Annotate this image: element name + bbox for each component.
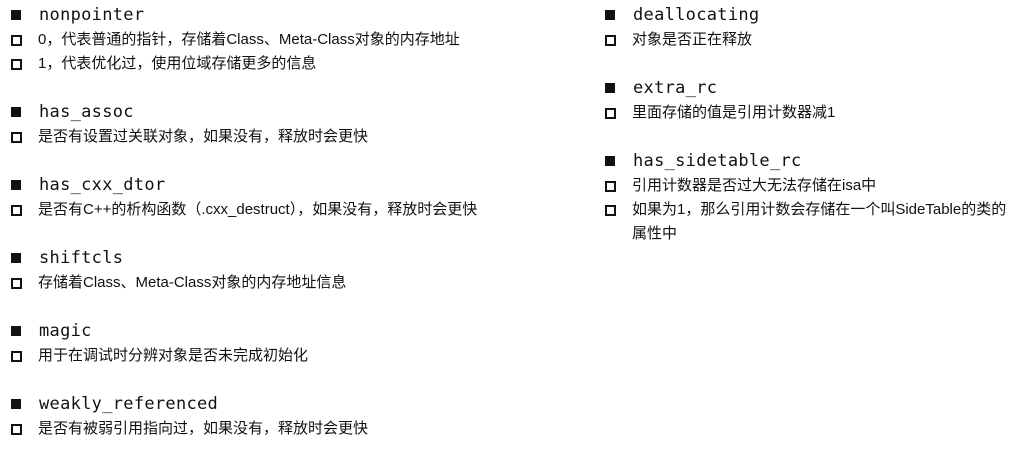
- section-heading: extra_rc: [604, 75, 1024, 101]
- section-heading: magic: [10, 318, 590, 344]
- hollow-square-bullet-icon: [605, 108, 616, 119]
- hollow-square-bullet-icon: [11, 278, 22, 289]
- list-item: 是否有被弱引用指向过，如果没有，释放时会更快: [10, 417, 590, 441]
- heading-text: weakly_referenced: [39, 394, 219, 414]
- hollow-square-bullet-icon: [605, 181, 616, 192]
- section-heading: nonpointer: [10, 2, 590, 28]
- heading-text: magic: [39, 321, 92, 341]
- section-magic: magic 用于在调试时分辨对象是否未完成初始化: [10, 318, 590, 368]
- list-item: 是否有设置过关联对象，如果没有，释放时会更快: [10, 125, 590, 149]
- section-heading: shiftcls: [10, 245, 590, 271]
- hollow-square-bullet-icon: [11, 351, 22, 362]
- heading-text: extra_rc: [633, 78, 718, 98]
- item-text: 里面存储的值是引用计数器减1: [632, 104, 836, 121]
- item-text: 用于在调试时分辨对象是否未完成初始化: [38, 347, 309, 364]
- section-nonpointer: nonpointer 0，代表普通的指针，存储着Class、Meta-Class…: [10, 2, 590, 76]
- heading-text: has_sidetable_rc: [633, 151, 802, 171]
- filled-square-bullet-icon: [11, 253, 21, 263]
- filled-square-bullet-icon: [11, 399, 21, 409]
- list-item: 1，代表优化过，使用位域存储更多的信息: [10, 52, 590, 76]
- list-item: 如果为1，那么引用计数会存储在一个叫SideTable的类的属性中: [604, 198, 1024, 246]
- section-heading: has_sidetable_rc: [604, 148, 1024, 174]
- list-item: 里面存储的值是引用计数器减1: [604, 101, 1024, 125]
- section-shiftcls: shiftcls 存储着Class、Meta-Class对象的内存地址信息: [10, 245, 590, 295]
- hollow-square-bullet-icon: [605, 205, 616, 216]
- section-weakly-referenced: weakly_referenced 是否有被弱引用指向过，如果没有，释放时会更快: [10, 391, 590, 441]
- section-has-sidetable-rc: has_sidetable_rc 引用计数器是否过大无法存储在isa中 如果为1…: [604, 148, 1024, 246]
- heading-text: nonpointer: [39, 5, 145, 25]
- section-heading: has_assoc: [10, 99, 590, 125]
- list-item: 是否有C++的析构函数（.cxx_destruct），如果没有，释放时会更快: [10, 198, 590, 222]
- hollow-square-bullet-icon: [11, 132, 22, 143]
- item-text: 如果为1，那么引用计数会存储在一个叫SideTable的类的属性中: [632, 201, 1007, 242]
- heading-text: deallocating: [633, 5, 760, 25]
- item-text: 是否有C++的析构函数（.cxx_destruct），如果没有，释放时会更快: [38, 201, 478, 218]
- item-text: 0，代表普通的指针，存储着Class、Meta-Class对象的内存地址: [38, 31, 460, 48]
- filled-square-bullet-icon: [11, 107, 21, 117]
- left-column: nonpointer 0，代表普通的指针，存储着Class、Meta-Class…: [10, 0, 590, 464]
- hollow-square-bullet-icon: [605, 35, 616, 46]
- filled-square-bullet-icon: [11, 180, 21, 190]
- hollow-square-bullet-icon: [11, 59, 22, 70]
- list-item: 0，代表普通的指针，存储着Class、Meta-Class对象的内存地址: [10, 28, 590, 52]
- section-extra-rc: extra_rc 里面存储的值是引用计数器减1: [604, 75, 1024, 125]
- item-text: 对象是否正在释放: [632, 31, 753, 48]
- heading-text: shiftcls: [39, 248, 124, 268]
- hollow-square-bullet-icon: [11, 205, 22, 216]
- list-item: 对象是否正在释放: [604, 28, 1024, 52]
- section-has-cxx-dtor: has_cxx_dtor 是否有C++的析构函数（.cxx_destruct），…: [10, 172, 590, 222]
- list-item: 用于在调试时分辨对象是否未完成初始化: [10, 344, 590, 368]
- list-item: 引用计数器是否过大无法存储在isa中: [604, 174, 1024, 198]
- section-heading: weakly_referenced: [10, 391, 590, 417]
- filled-square-bullet-icon: [605, 83, 615, 93]
- section-heading: deallocating: [604, 2, 1024, 28]
- item-text: 存储着Class、Meta-Class对象的内存地址信息: [38, 274, 347, 291]
- filled-square-bullet-icon: [605, 156, 615, 166]
- section-heading: has_cxx_dtor: [10, 172, 590, 198]
- heading-text: has_cxx_dtor: [39, 175, 166, 195]
- item-text: 引用计数器是否过大无法存储在isa中: [632, 177, 877, 194]
- filled-square-bullet-icon: [11, 326, 21, 336]
- section-has-assoc: has_assoc 是否有设置过关联对象，如果没有，释放时会更快: [10, 99, 590, 149]
- filled-square-bullet-icon: [11, 10, 21, 20]
- section-deallocating: deallocating 对象是否正在释放: [604, 2, 1024, 52]
- filled-square-bullet-icon: [605, 10, 615, 20]
- item-text: 1，代表优化过，使用位域存储更多的信息: [38, 55, 317, 72]
- right-column: deallocating 对象是否正在释放 extra_rc 里面存储的值是引用…: [604, 0, 1024, 269]
- list-item: 存储着Class、Meta-Class对象的内存地址信息: [10, 271, 590, 295]
- item-text: 是否有设置过关联对象，如果没有，释放时会更快: [38, 128, 369, 145]
- hollow-square-bullet-icon: [11, 424, 22, 435]
- heading-text: has_assoc: [39, 102, 134, 122]
- item-text: 是否有被弱引用指向过，如果没有，释放时会更快: [38, 420, 369, 437]
- hollow-square-bullet-icon: [11, 35, 22, 46]
